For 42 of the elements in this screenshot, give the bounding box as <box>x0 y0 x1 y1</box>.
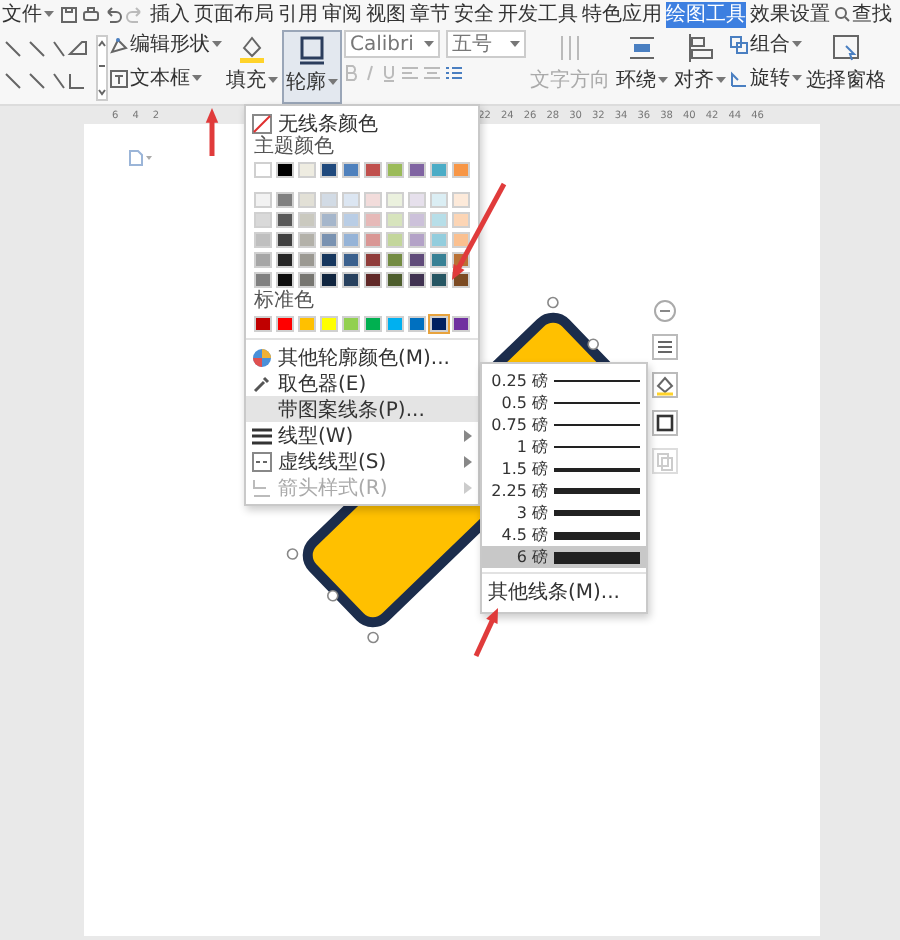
align-button[interactable]: 对齐 <box>672 30 728 104</box>
menu-tab[interactable]: 插入 <box>150 1 190 27</box>
font-size-field[interactable]: 五号 <box>446 30 526 58</box>
section-heading: 主题颜色 <box>252 136 336 160</box>
file-menu[interactable]: 文件 <box>2 0 54 28</box>
line-weight-option[interactable]: 1.5 磅 <box>482 458 646 480</box>
menu-item[interactable]: 带图案线条(P)... <box>246 396 478 422</box>
section-heading: 标准色 <box>252 290 316 314</box>
menu-tab[interactable]: 安全 <box>454 1 494 27</box>
menu-item[interactable]: 虚线线型(S) <box>246 448 478 474</box>
line-weight-option[interactable]: 0.75 磅 <box>482 414 646 436</box>
line-weight-option[interactable]: 0.25 磅 <box>482 370 646 392</box>
menu-tab[interactable]: 开发工具 <box>498 1 578 27</box>
search-button[interactable]: 查找 <box>834 0 892 28</box>
menu-tab[interactable]: 效果设置 <box>750 1 830 27</box>
line-weight-option[interactable]: 1 磅 <box>482 436 646 458</box>
line-weight-option[interactable]: 3 磅 <box>482 502 646 524</box>
wrap-button[interactable]: 环绕 <box>614 30 670 104</box>
menu-item[interactable]: 线型(W) <box>246 422 478 448</box>
menu-item[interactable]: 无线条颜色 <box>246 110 478 136</box>
menu-tab[interactable]: 审阅 <box>322 1 362 27</box>
menu-item[interactable]: 其他线条(M)... <box>482 578 646 606</box>
rotate-button[interactable]: 旋转 <box>730 64 802 92</box>
font-name-field[interactable]: Calibri <box>344 30 440 58</box>
line-weight-option[interactable]: 2.25 磅 <box>482 480 646 502</box>
menu-tab[interactable]: 绘图工具 <box>666 1 746 27</box>
line-weight-option[interactable]: 4.5 磅 <box>482 524 646 546</box>
menu-tab[interactable]: 引用 <box>278 1 318 27</box>
outline-button[interactable]: 轮廓 <box>282 30 342 104</box>
menu-tab[interactable]: 章节 <box>410 1 450 27</box>
fill-button[interactable]: 填充 <box>224 30 280 104</box>
edit-shape-button[interactable]: 编辑形状 <box>110 30 222 58</box>
menu-item[interactable]: 取色器(E) <box>246 370 478 396</box>
group-button[interactable]: 组合 <box>730 30 802 58</box>
selection-pane-button[interactable]: 选择窗格 <box>804 30 888 104</box>
line-weight-option[interactable]: 0.5 磅 <box>482 392 646 414</box>
text-box-button[interactable]: 文本框 <box>110 64 222 92</box>
line-weight-option[interactable]: 6 磅 <box>482 546 646 568</box>
menu-tab[interactable]: 视图 <box>366 1 406 27</box>
menu-tab[interactable]: 页面布局 <box>194 1 274 27</box>
menu-item[interactable]: 其他轮廓颜色(M)... <box>246 344 478 370</box>
menu-tab[interactable]: 特色应用 <box>582 1 662 27</box>
